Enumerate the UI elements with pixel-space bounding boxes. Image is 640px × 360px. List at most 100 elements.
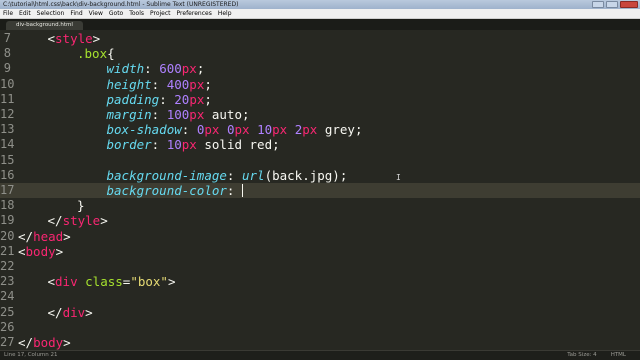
code-token: style bbox=[55, 31, 93, 46]
code-token: px bbox=[234, 122, 250, 138]
menu-item-preferences[interactable]: Preferences bbox=[174, 9, 215, 18]
line-number: 11 bbox=[0, 91, 15, 106]
code-token: px bbox=[181, 61, 197, 77]
code-token: : bbox=[144, 61, 160, 77]
code-token: px bbox=[189, 107, 205, 122]
code-text: border: 10px solid red; bbox=[107, 137, 280, 152]
code-text: .box{ bbox=[77, 46, 115, 61]
code-token: } bbox=[77, 198, 85, 214]
code-token: > bbox=[63, 228, 71, 244]
line-number: 12 bbox=[0, 107, 15, 121]
tab-div-background[interactable]: div-background.html bbox=[6, 21, 83, 30]
code-line[interactable]: 17 background-color: bbox=[0, 183, 640, 199]
code-line[interactable]: 24 bbox=[0, 289, 640, 304]
code-text: background-image: url(back.jpg); bbox=[107, 168, 348, 183]
code-line[interactable]: 12 margin: 100px auto; bbox=[0, 107, 640, 122]
code-line[interactable]: 27 </body> bbox=[0, 335, 640, 350]
menu-item-selection[interactable]: Selection bbox=[34, 9, 68, 18]
code-token: ; bbox=[204, 91, 212, 107]
code-token: px bbox=[189, 91, 205, 107]
code-token: width bbox=[106, 61, 145, 77]
menu-item-help[interactable]: Help bbox=[215, 9, 235, 18]
code-token: body bbox=[25, 243, 56, 259]
code-line[interactable]: 19 </style> bbox=[0, 213, 640, 228]
code-token: url bbox=[241, 167, 265, 183]
code-line[interactable]: 25 </div> bbox=[0, 305, 640, 320]
line-number: 16 bbox=[0, 167, 15, 182]
code-token: solid red; bbox=[196, 137, 280, 153]
code-token: : bbox=[181, 122, 197, 138]
code-token: > bbox=[55, 243, 64, 259]
line-number: 18 bbox=[0, 198, 15, 213]
code-line[interactable]: 15 bbox=[0, 153, 640, 168]
maximize-button[interactable] bbox=[606, 1, 618, 8]
menu-item-project[interactable]: Project bbox=[147, 9, 174, 18]
code-token: background-color bbox=[106, 183, 227, 198]
menu-item-goto[interactable]: Goto bbox=[106, 9, 126, 18]
code-token: style bbox=[62, 213, 101, 229]
code-text: <style> bbox=[48, 31, 101, 46]
title-bar: C:\tutorial\html.css\back\div-background… bbox=[0, 0, 640, 9]
code-line[interactable]: 8 .box{ bbox=[0, 46, 640, 61]
menu-item-find[interactable]: Find bbox=[67, 9, 85, 18]
code-token: > bbox=[85, 304, 93, 320]
code-line[interactable]: 9 width: 600px; bbox=[0, 61, 640, 76]
code-text: </div> bbox=[48, 305, 93, 320]
code-token: .box bbox=[77, 46, 108, 62]
code-text: </head> bbox=[18, 229, 71, 244]
code-line[interactable]: 21 <body> bbox=[0, 244, 640, 259]
code-token: head bbox=[33, 228, 64, 244]
code-line[interactable]: 10 height: 400px; bbox=[0, 77, 640, 92]
code-token: ; bbox=[204, 76, 212, 92]
code-token: { bbox=[107, 46, 115, 62]
code-line[interactable]: 16 background-image: url(back.jpg); bbox=[0, 168, 640, 183]
tab-size-indicator[interactable]: Tab Size: 4 bbox=[567, 351, 596, 360]
code-text: width: 600px; bbox=[107, 61, 205, 76]
code-token: box-shadow bbox=[106, 122, 182, 138]
menu-item-view[interactable]: View bbox=[86, 9, 106, 18]
code-token: < bbox=[47, 274, 56, 290]
code-token: > bbox=[92, 31, 101, 46]
close-button[interactable] bbox=[620, 1, 638, 8]
code-token: px bbox=[181, 137, 197, 153]
line-number: 21 bbox=[0, 243, 15, 258]
code-token: 10 bbox=[166, 137, 182, 153]
code-token: margin bbox=[106, 107, 152, 122]
menu-item-file[interactable]: File bbox=[0, 9, 16, 18]
code-line[interactable]: 11 padding: 20px; bbox=[0, 92, 640, 107]
line-number: 27 bbox=[0, 335, 15, 349]
code-line[interactable]: 13 box-shadow: 0px 0px 10px 2px grey; bbox=[0, 122, 640, 137]
code-line[interactable]: 20 </head> bbox=[0, 229, 640, 244]
menu-item-edit[interactable]: Edit bbox=[16, 9, 34, 18]
code-line[interactable]: 14 border: 10px solid red; bbox=[0, 137, 640, 152]
line-number: 7 bbox=[3, 31, 11, 45]
code-token: grey; bbox=[317, 122, 363, 138]
code-editor[interactable]: 7 <style> 8 .box{9 width: 600px; 10 height: 40… bbox=[0, 30, 640, 350]
menu-item-tools[interactable]: Tools bbox=[126, 9, 147, 18]
code-token: </ bbox=[18, 228, 34, 244]
code-line[interactable]: 23 <div class="box"> bbox=[0, 274, 640, 289]
code-line[interactable]: 22 bbox=[0, 259, 640, 274]
code-text: background-color: bbox=[107, 183, 243, 198]
code-token: div bbox=[55, 274, 78, 290]
minimize-button[interactable] bbox=[592, 1, 604, 8]
line-number: 25 bbox=[0, 304, 15, 319]
code-line[interactable]: 26 bbox=[0, 320, 640, 335]
code-text: </style> bbox=[48, 213, 108, 228]
code-token: 400 bbox=[166, 76, 190, 92]
code-token: : bbox=[151, 107, 167, 122]
code-token: </ bbox=[18, 335, 34, 350]
syntax-indicator[interactable]: HTML bbox=[611, 351, 626, 360]
code-token: auto; bbox=[204, 107, 250, 122]
text-caret bbox=[241, 184, 243, 197]
code-token: : bbox=[226, 183, 242, 198]
code-token: px bbox=[302, 122, 318, 138]
code-line[interactable]: 7 <style> bbox=[0, 31, 640, 46]
code-token: "box" bbox=[130, 274, 168, 290]
code-token: height bbox=[106, 76, 152, 92]
sublime-text-window: C:\tutorial\html.css\back\div-background… bbox=[0, 0, 640, 360]
line-number: 13 bbox=[0, 122, 15, 137]
code-line[interactable]: 18} bbox=[0, 198, 640, 213]
